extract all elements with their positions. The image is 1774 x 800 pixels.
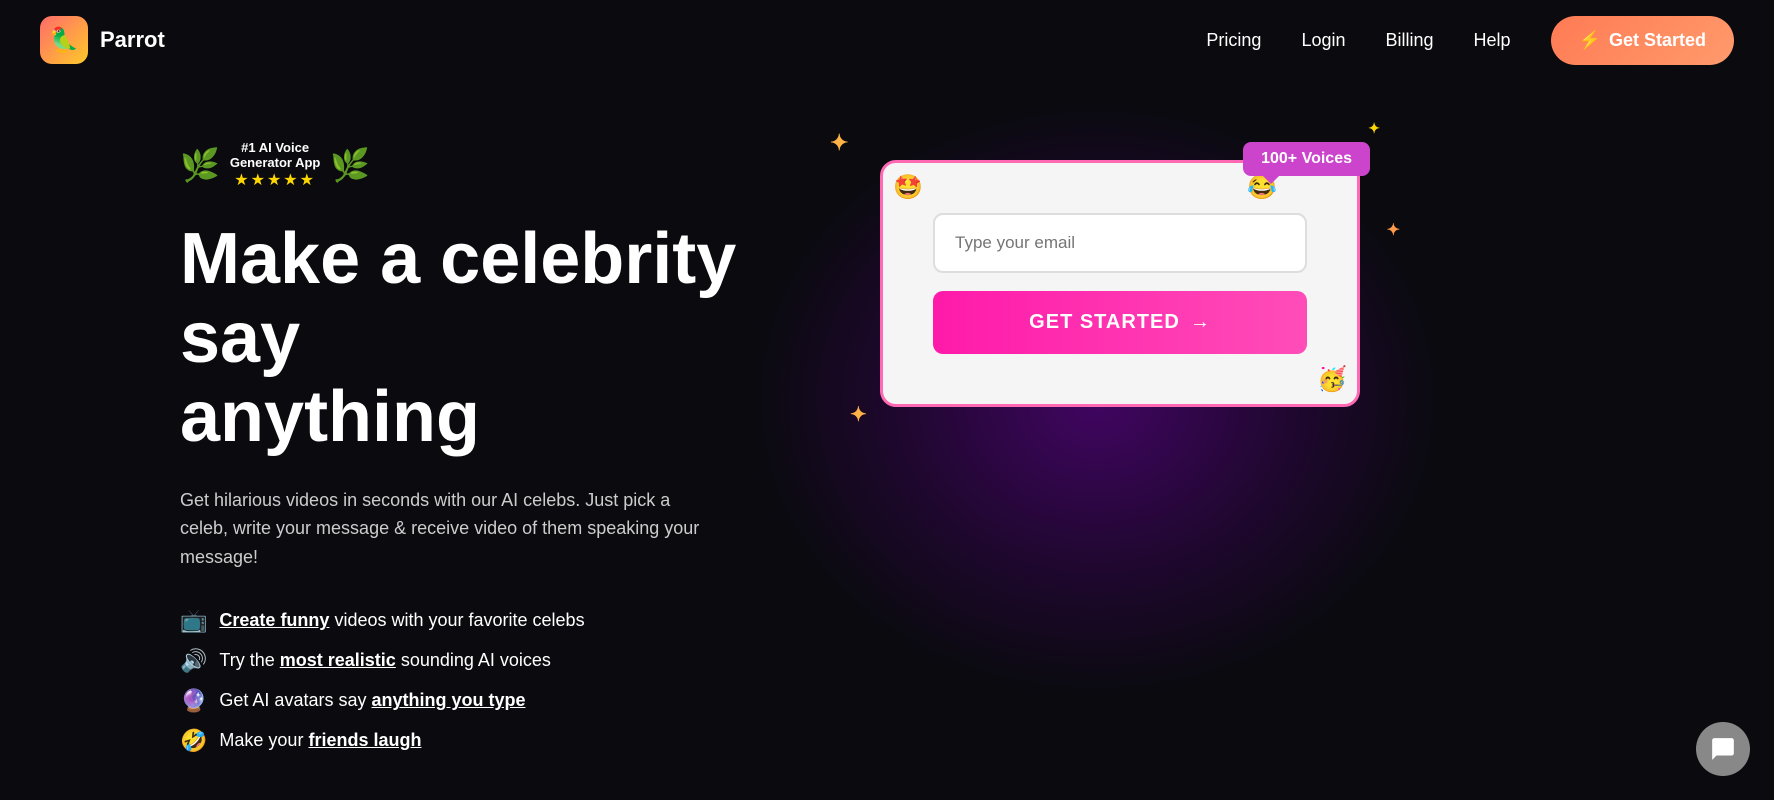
- cta-arrow-icon: →: [1190, 311, 1211, 334]
- logo-icon: 🦜: [40, 16, 88, 64]
- feature-link-1[interactable]: Create funny: [219, 610, 329, 630]
- nav-get-started-button[interactable]: ⚡ Get Started: [1551, 16, 1734, 65]
- nav-link-billing[interactable]: Billing: [1385, 30, 1433, 51]
- list-item: 📺 Create funny videos with your favorite…: [180, 608, 800, 634]
- laurel-right-icon: 🌿: [330, 146, 370, 184]
- signup-card-container: ✦ ✦ ✦ ✦ ✦ 100+ Voices 🤩 😂 🥳 GET STARTED …: [880, 160, 1360, 407]
- nav-links: Pricing Login Billing Help ⚡ Get Started: [1206, 16, 1734, 65]
- feature-text-4: Make your friends laugh: [219, 730, 421, 751]
- feature-link-3[interactable]: anything you type: [371, 690, 525, 710]
- feature-text-1: Create funny videos with your favorite c…: [219, 610, 584, 631]
- headline-line1: Make a celebrity say: [180, 219, 736, 378]
- nav-cta-label: Get Started: [1609, 30, 1706, 51]
- card-emoji-3: 🥳: [1317, 365, 1347, 394]
- award-title-line2: Generator App: [230, 155, 321, 170]
- hero-subtext: Get hilarious videos in seconds with our…: [180, 486, 720, 572]
- headline-line2: anything: [180, 377, 480, 457]
- sparkle-icon-4: ✦: [1387, 220, 1400, 240]
- nav-link-login[interactable]: Login: [1301, 30, 1345, 51]
- hero-left: 🌿 #1 AI Voice Generator App ★★★★★ 🌿 Make…: [180, 140, 800, 754]
- lightning-icon: ⚡: [1579, 30, 1601, 51]
- feature-icon-4: 🤣: [180, 728, 207, 754]
- hero-headline: Make a celebrity say anything: [180, 220, 800, 458]
- award-text: #1 AI Voice Generator App ★★★★★: [230, 140, 321, 190]
- award-stars: ★★★★★: [230, 170, 321, 190]
- award-title-line1: #1 AI Voice: [230, 140, 321, 155]
- logo-text: Parrot: [100, 27, 165, 53]
- signup-card: 🤩 😂 🥳 GET STARTED →: [880, 160, 1360, 407]
- nav-link-pricing[interactable]: Pricing: [1206, 30, 1261, 51]
- chat-icon: [1710, 736, 1736, 762]
- feature-list: 📺 Create funny videos with your favorite…: [180, 608, 800, 754]
- list-item: 🔊 Try the most realistic sounding AI voi…: [180, 648, 800, 674]
- award-badge: 🌿 #1 AI Voice Generator App ★★★★★ 🌿: [180, 140, 800, 190]
- feature-text-2: Try the most realistic sounding AI voice…: [219, 650, 551, 671]
- feature-link-2[interactable]: most realistic: [280, 650, 396, 670]
- list-item: 🔮 Get AI avatars say anything you type: [180, 688, 800, 714]
- feature-text-3: Get AI avatars say anything you type: [219, 690, 525, 711]
- feature-icon-3: 🔮: [180, 688, 207, 714]
- card-emoji-1: 🤩: [893, 173, 923, 202]
- navbar: 🦜 Parrot Pricing Login Billing Help ⚡ Ge…: [0, 0, 1774, 80]
- feature-icon-1: 📺: [180, 608, 207, 634]
- hero-section: 🌿 #1 AI Voice Generator App ★★★★★ 🌿 Make…: [0, 80, 1774, 794]
- chat-bubble[interactable]: [1696, 722, 1750, 776]
- laurel-left-icon: 🌿: [180, 146, 220, 184]
- sparkle-icon-5: ✦: [1368, 120, 1380, 137]
- nav-link-help[interactable]: Help: [1474, 30, 1511, 51]
- cta-label: GET STARTED: [1029, 311, 1180, 334]
- logo[interactable]: 🦜 Parrot: [40, 16, 165, 64]
- email-input[interactable]: [933, 213, 1307, 273]
- get-started-button[interactable]: GET STARTED →: [933, 291, 1307, 354]
- voices-badge: 100+ Voices: [1243, 142, 1370, 176]
- feature-icon-2: 🔊: [180, 648, 207, 674]
- sparkle-icon-3: ✦: [850, 402, 867, 427]
- list-item: 🤣 Make your friends laugh: [180, 728, 800, 754]
- feature-link-4[interactable]: friends laugh: [308, 730, 421, 750]
- sparkle-icon-1: ✦: [830, 130, 848, 156]
